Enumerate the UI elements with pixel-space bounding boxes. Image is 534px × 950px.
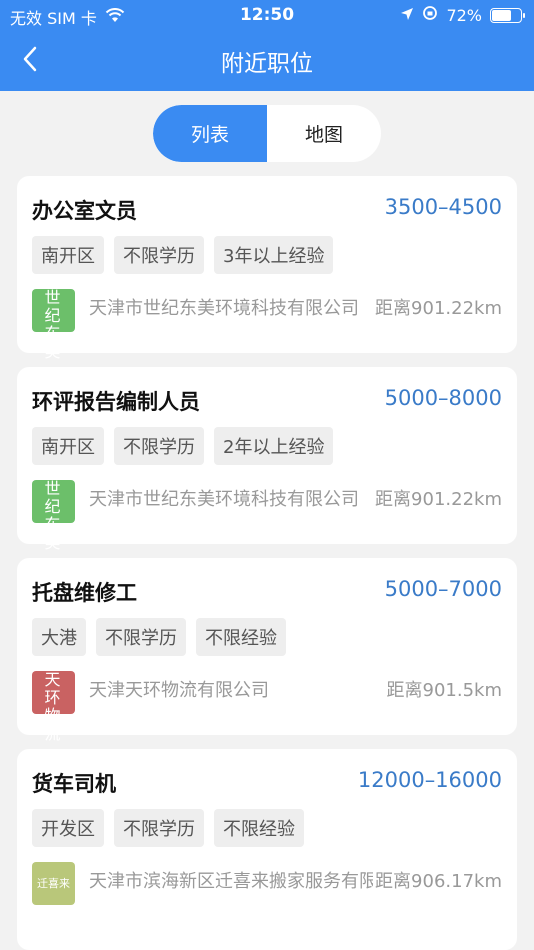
battery-icon (490, 7, 525, 23)
job-tag: 大港 (32, 618, 86, 656)
job-title: 托盘维修工 (32, 581, 137, 605)
job-distance: 距离901.22km (373, 485, 502, 515)
job-card[interactable]: 托盘维修工 5000–7000 大港 不限学历 不限经验 天环物流 天津天环物流有限… (17, 558, 517, 743)
job-card[interactable]: 货车司机 12000–16000 开发区 不限学历 不限经验 迁喜来 天津市滨海新区… (17, 749, 517, 950)
job-card[interactable]: 环评报告编制人员 5000–8000 南开区 不限学历 2年以上经验 世纪东美 天津… (17, 367, 517, 552)
location-arrow-icon (400, 6, 414, 25)
company-logo-text: 迁喜来 (37, 876, 70, 890)
status-bar: 无效 SIM 卡 12:50 72% (0, 0, 534, 30)
job-title: 环评报告编制人员 (32, 390, 200, 414)
page-title: 附近职位 (221, 51, 313, 77)
job-tag: 开发区 (32, 809, 104, 847)
company-name: 天津市滨海新区迁喜来搬家服务有限 (89, 871, 377, 892)
job-card[interactable]: 办公室文员 3500–4500 南开区 不限学历 3年以上经验 世纪东美 天津市世纪… (17, 176, 517, 361)
job-tag: 南开区 (32, 427, 104, 465)
company-logo: 迁喜来 (32, 862, 75, 905)
job-distance: 距离906.17km (373, 867, 502, 897)
job-tags: 开发区 不限学历 不限经验 (32, 809, 304, 847)
company-logo: 天环物流 (32, 671, 75, 743)
job-tag: 3年以上经验 (214, 236, 334, 274)
company-logo: 世纪东美 (32, 480, 75, 552)
job-salary: 3500–4500 (384, 195, 502, 219)
battery-percent: 72% (446, 5, 482, 25)
job-tag: 不限经验 (214, 809, 304, 847)
job-distance: 距离901.5km (384, 676, 502, 706)
job-distance: 距离901.22km (373, 294, 502, 324)
job-title: 货车司机 (32, 772, 116, 796)
tab-map[interactable]: 地图 (267, 105, 381, 162)
orientation-lock-icon (422, 5, 438, 25)
status-right: 72% (400, 5, 525, 25)
job-salary: 5000–8000 (384, 386, 502, 410)
job-tag: 不限学历 (114, 236, 204, 274)
job-tag: 不限经验 (196, 618, 286, 656)
job-tag: 不限学历 (114, 427, 204, 465)
company-name: 天津市世纪东美环境科技有限公司 (89, 489, 359, 510)
job-title: 办公室文员 (32, 199, 137, 223)
nav-bar: 附近职位 (0, 30, 534, 91)
job-tag: 南开区 (32, 236, 104, 274)
view-toggle: 列表 地图 (153, 105, 381, 162)
company-logo-text: 天环物流 (44, 670, 63, 743)
job-tags: 南开区 不限学历 2年以上经验 (32, 427, 334, 465)
job-tag: 不限学历 (114, 809, 204, 847)
company-logo: 世纪东美 (32, 289, 75, 361)
header: 无效 SIM 卡 12:50 72% 附近职位 (0, 0, 534, 91)
job-tag: 不限学历 (96, 618, 186, 656)
tab-list[interactable]: 列表 (153, 105, 267, 162)
company-name: 天津天环物流有限公司 (89, 680, 269, 701)
job-tag: 2年以上经验 (214, 427, 334, 465)
job-salary: 5000–7000 (384, 577, 502, 601)
job-tags: 南开区 不限学历 3年以上经验 (32, 236, 334, 274)
company-logo-text: 世纪东美 (44, 288, 63, 361)
job-salary: 12000–16000 (357, 768, 502, 792)
company-logo-text: 世纪东美 (44, 479, 63, 552)
job-tags: 大港 不限学历 不限经验 (32, 618, 286, 656)
company-name: 天津市世纪东美环境科技有限公司 (89, 298, 359, 319)
